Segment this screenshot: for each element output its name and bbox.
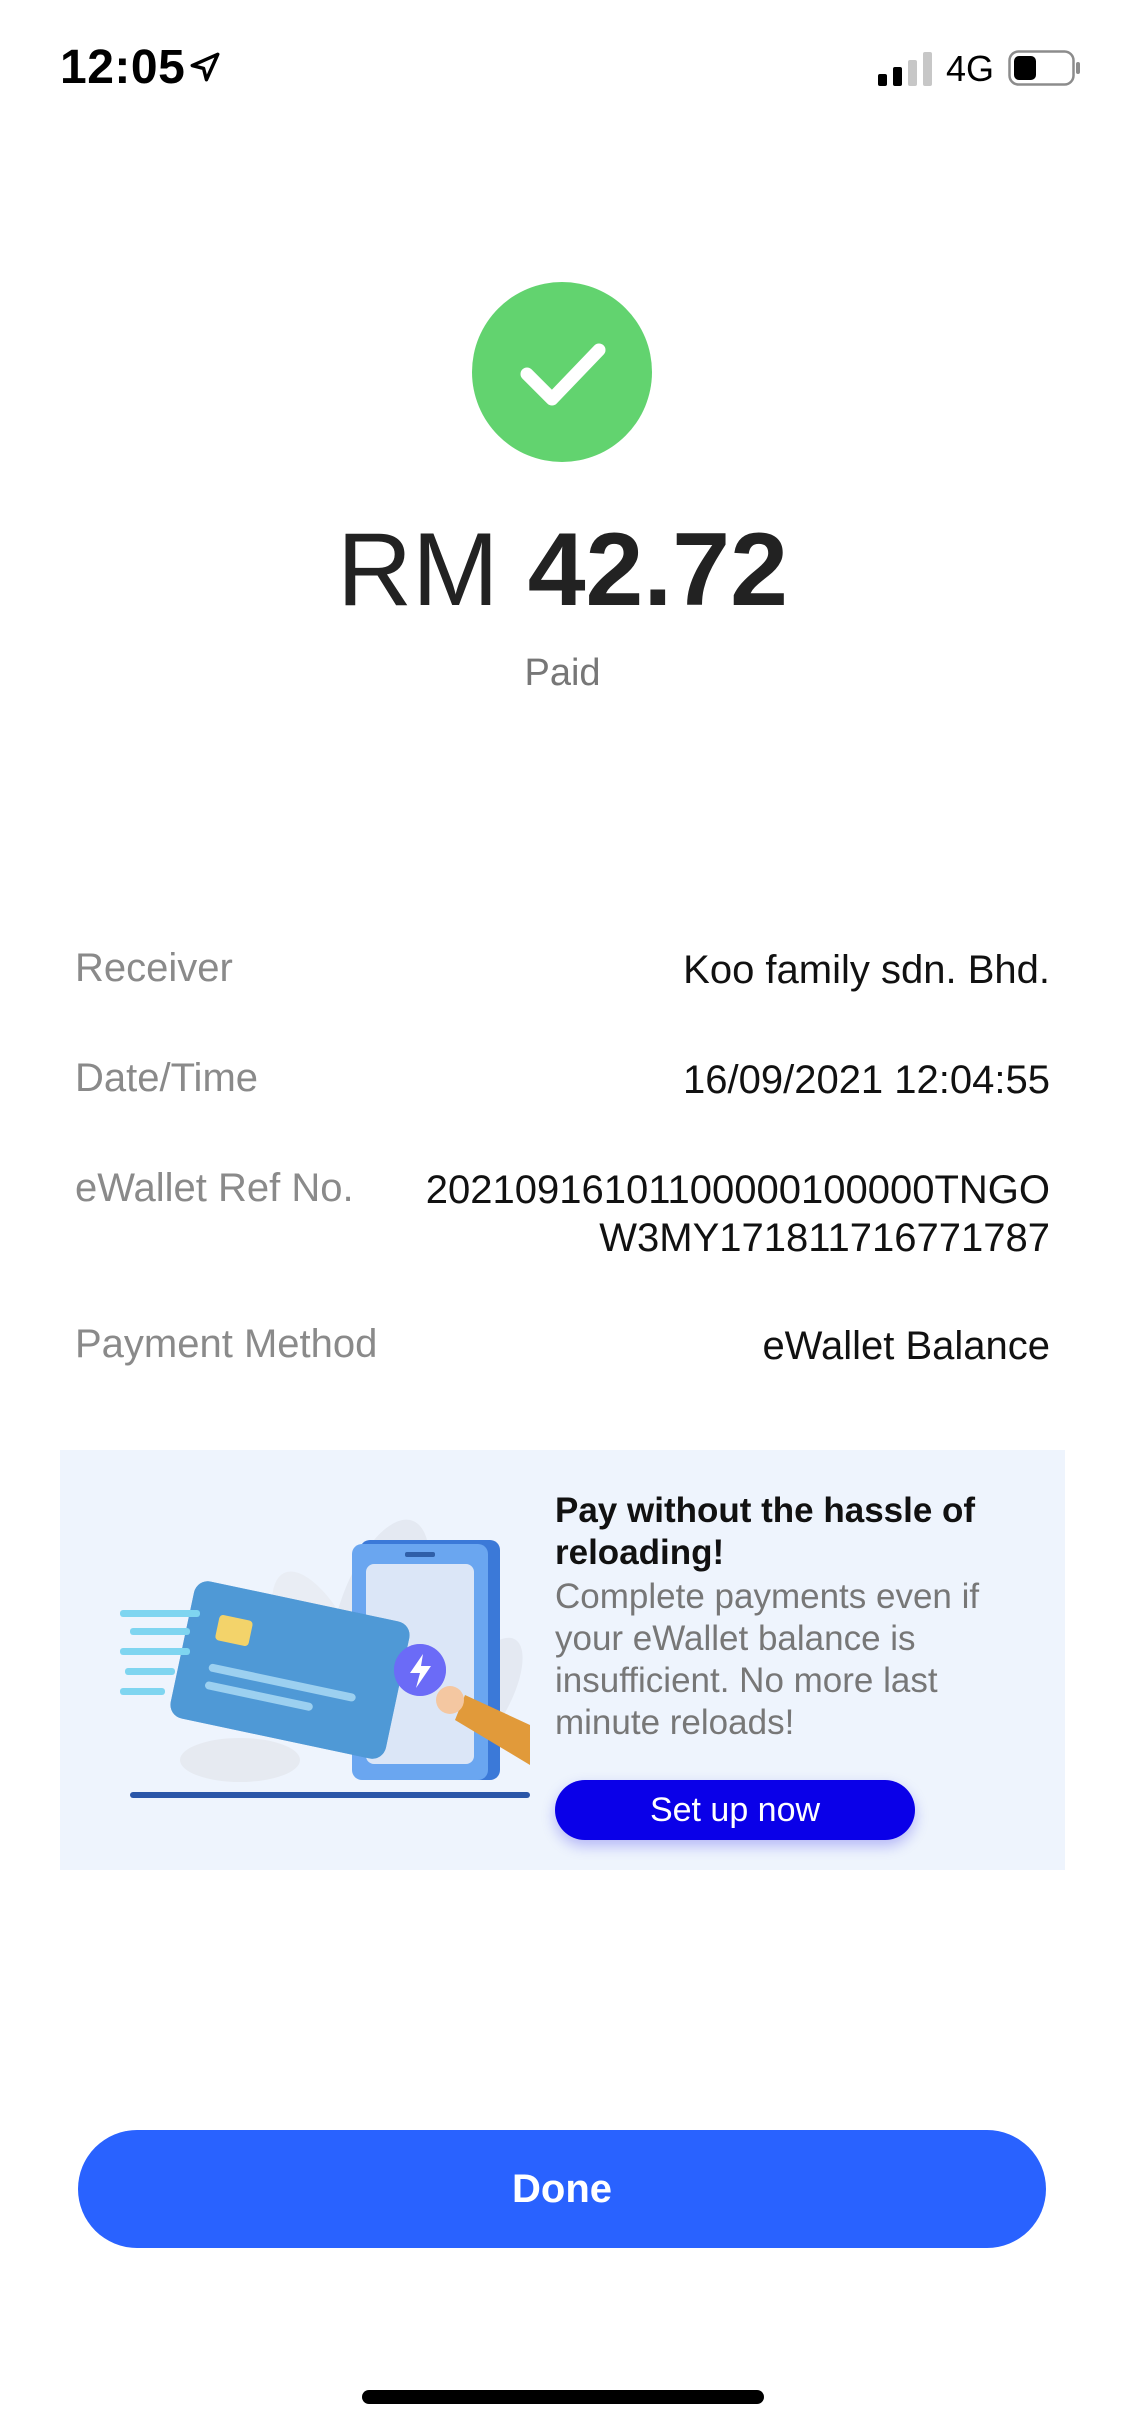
home-indicator[interactable]	[362, 2390, 764, 2404]
network-type: 4G	[946, 48, 995, 89]
method-label: Payment Method	[75, 1322, 378, 1366]
method-value: eWallet Balance	[762, 1324, 1050, 1368]
ref-value: 20210916101100000100000TNGOW3MY171811716…	[425, 1168, 1050, 1260]
card-payment-illustration	[120, 1519, 530, 1798]
datetime-label: Date/Time	[75, 1056, 259, 1100]
battery-icon	[1008, 50, 1080, 86]
status-bar: 12:05 4G	[0, 0, 1125, 132]
success-check-icon	[472, 282, 652, 462]
receiver-value: Koo family sdn. Bhd.	[683, 948, 1050, 992]
promo-body: Complete payments even if your eWallet b…	[555, 1577, 980, 1742]
payment-amount: RM 42.72	[0, 510, 1125, 630]
setup-now-button[interactable]: Set up now	[555, 1780, 915, 1840]
amount-value: 42.72	[527, 512, 788, 628]
receiver-label: Receiver	[75, 946, 233, 990]
location-arrow-icon	[190, 52, 220, 82]
ref-label: eWallet Ref No.	[75, 1166, 354, 1210]
datetime-value: 16/09/2021 12:04:55	[682, 1058, 1050, 1102]
amount-currency: RM	[337, 512, 499, 628]
status-time: 12:05	[60, 41, 186, 94]
promo-card: Pay without the hassle of reloading! Com…	[60, 1450, 1065, 1870]
done-button[interactable]: Done	[78, 2130, 1046, 2248]
promo-title: Pay without the hassle of reloading!	[555, 1491, 976, 1572]
signal-strength-icon	[878, 52, 932, 86]
payment-status: Paid	[524, 652, 601, 694]
